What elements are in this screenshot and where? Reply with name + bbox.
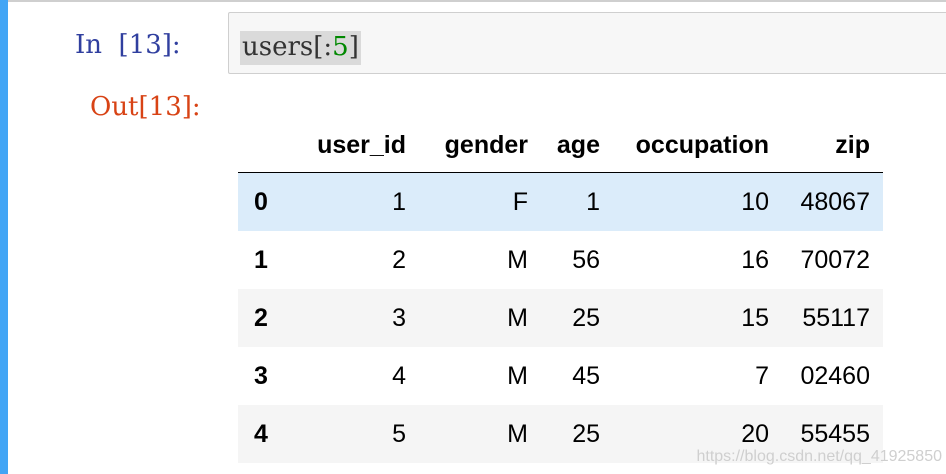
cell-gender: M	[507, 361, 528, 390]
column-header-age: age	[528, 118, 600, 173]
cell-age: 56	[572, 245, 600, 274]
cell-user-id: 1	[392, 187, 406, 216]
input-prompt: In [13]:	[75, 30, 181, 60]
table-row: 0 1 F 1 10 48067	[238, 172, 883, 231]
column-header-user-id: user_id	[300, 118, 410, 173]
cell-top-border	[0, 0, 946, 2]
table-header-row: user_id gender age occupation zip	[238, 118, 883, 173]
column-header-index	[238, 118, 300, 173]
row-index: 3	[254, 361, 268, 390]
column-header-occupation: occupation	[600, 118, 769, 173]
cell-age: 25	[572, 419, 600, 448]
cell-gender: M	[507, 303, 528, 332]
code-line[interactable]: users[:5]	[240, 31, 361, 65]
cell-zip: 55117	[802, 303, 870, 332]
cell-gender: F	[512, 187, 528, 216]
cell-occupation: 15	[741, 303, 769, 332]
row-index: 2	[254, 303, 268, 332]
selected-cell-indicator	[0, 0, 8, 474]
cell-user-id: 2	[392, 245, 406, 274]
row-index: 4	[254, 419, 268, 448]
cell-gender: M	[507, 419, 528, 448]
cell-occupation: 16	[741, 245, 769, 274]
row-index: 1	[254, 245, 268, 274]
cell-occupation: 10	[741, 187, 769, 216]
cell-user-id: 5	[392, 419, 406, 448]
column-header-gender: gender	[410, 118, 528, 173]
notebook-cell[interactable]: In [13]: users[:5] Out[13]: user_id gend…	[0, 0, 946, 474]
cell-zip: 48067	[800, 187, 870, 216]
table-row: 3 4 M 45 7 02460	[238, 347, 883, 405]
cell-zip: 02460	[800, 361, 870, 390]
table-row: 1 2 M 56 16 70072	[238, 231, 883, 289]
cell-zip: 70072	[800, 245, 870, 274]
output-prompt: Out[13]:	[90, 92, 201, 122]
cell-user-id: 4	[392, 361, 406, 390]
table-row: 2 3 M 25 15 55117	[238, 289, 883, 347]
watermark: https://blog.csdn.net/qq_41925850	[696, 448, 942, 465]
code-close: ]	[348, 32, 359, 62]
code-number: 5	[332, 32, 349, 62]
column-header-zip: zip	[769, 118, 883, 173]
cell-age: 1	[586, 187, 600, 216]
cell-gender: M	[507, 245, 528, 274]
cell-user-id: 3	[392, 303, 406, 332]
code-text: users[:	[242, 32, 333, 62]
row-index: 0	[254, 187, 268, 216]
cell-occupation: 7	[755, 361, 769, 390]
cell-age: 25	[572, 303, 600, 332]
dataframe-table: user_id gender age occupation zip 0 1 F …	[238, 118, 883, 463]
cell-age: 45	[572, 361, 600, 390]
